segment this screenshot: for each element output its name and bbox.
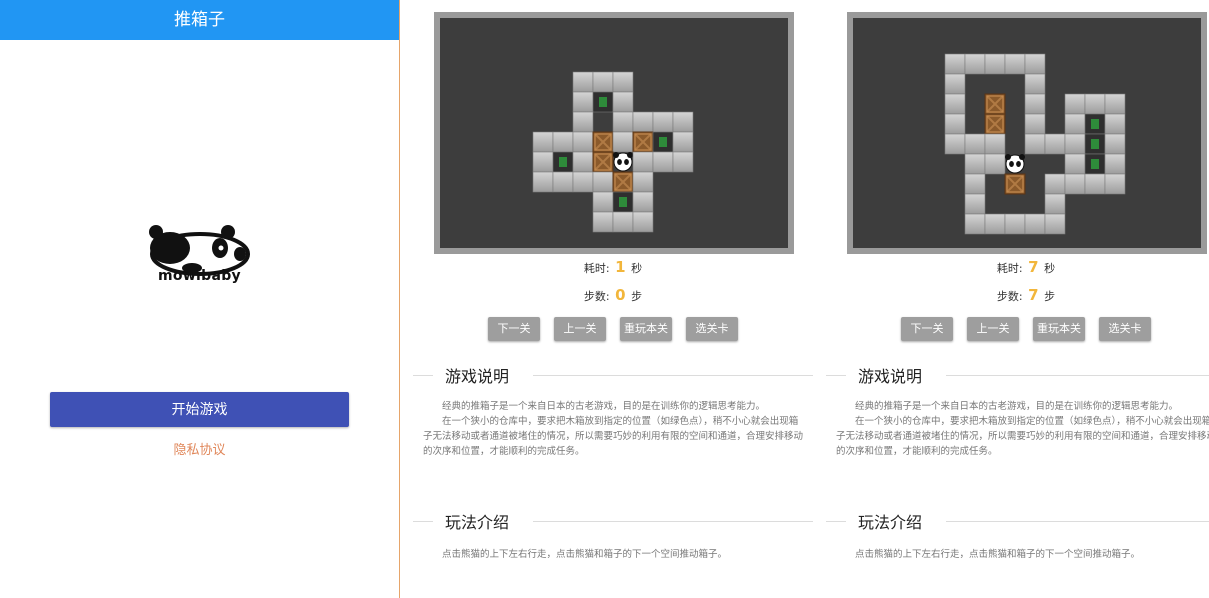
help-paragraph-1: 经典的推箱子是一个来自日本的古老游戏，目的是在训练你的逻辑思考能力。 [442, 401, 766, 412]
steps-readout: 步数: 7 步 [826, 286, 1209, 304]
privacy-link[interactable]: 隐私协议 [0, 439, 399, 458]
prev-level-button[interactable]: 上一关 [967, 317, 1019, 341]
steps-readout: 步数: 0 步 [413, 286, 813, 304]
steps-label: 步数: [996, 290, 1023, 303]
divider [946, 521, 1209, 522]
level-controls: 下一关 上一关 重玩本关 选关卡 [413, 317, 813, 341]
game-board[interactable] [847, 12, 1207, 254]
rules-heading: 玩法介绍 [413, 509, 813, 533]
rules-title: 玩法介绍 [445, 513, 510, 532]
help-section: 游戏说明 经典的推箱子是一个来自日本的古老游戏，目的是在训练你的逻辑思考能力。 … [826, 363, 1209, 459]
timer-label: 耗时: [996, 262, 1023, 275]
game-board[interactable] [434, 12, 794, 254]
help-paragraph-1: 经典的推箱子是一个来自日本的古老游戏，目的是在训练你的逻辑思考能力。 [855, 401, 1179, 412]
divider [413, 375, 433, 376]
next-level-button[interactable]: 下一关 [488, 317, 540, 341]
timer-readout: 耗时: 1 秒 [413, 258, 813, 276]
board-area [853, 18, 1201, 248]
level-2-tiles [944, 53, 1126, 235]
rules-title: 玩法介绍 [858, 513, 923, 532]
timer-value: 7 [1028, 258, 1039, 276]
select-level-button[interactable]: 选关卡 [686, 317, 738, 341]
level-controls: 下一关 上一关 重玩本关 选关卡 [826, 317, 1209, 341]
rules-section: 玩法介绍 点击熊猫的上下左右行走，点击熊猫和箱子的下一个空间推动箱子。 [826, 509, 1209, 562]
start-game-button[interactable]: 开始游戏 [50, 392, 349, 427]
rules-paragraph: 点击熊猫的上下左右行走，点击熊猫和箱子的下一个空间推动箱子。 [442, 549, 728, 560]
game-screen-level: 耗时: 7 秒 步数: 7 步 下一关 上一关 重玩本关 选关卡 游戏说明 经典… [826, 0, 1209, 598]
divider [533, 375, 813, 376]
timer-label: 耗时: [583, 262, 610, 275]
level-1-tiles [532, 71, 694, 233]
divider [413, 521, 433, 522]
rules-paragraph: 点击熊猫的上下左右行走，点击熊猫和箱子的下一个空间推动箱子。 [855, 549, 1141, 560]
help-paragraph-2: 在一个狭小的仓库中，要求把木箱放到指定的位置（如绿色点），稍不小心就会出现箱子无… [836, 416, 1209, 457]
help-title: 游戏说明 [858, 367, 923, 386]
replay-level-button[interactable]: 重玩本关 [620, 317, 672, 341]
timer-unit: 秒 [631, 262, 643, 275]
help-title: 游戏说明 [445, 367, 510, 386]
divider [826, 521, 846, 522]
level-map [944, 53, 1126, 235]
help-heading: 游戏说明 [826, 363, 1209, 387]
steps-value: 0 [615, 286, 626, 304]
divider [946, 375, 1209, 376]
timer-value: 1 [615, 258, 626, 276]
steps-value: 7 [1028, 286, 1039, 304]
home-screen: 推箱子 mowibaby 开始游戏 隐私协议 [0, 0, 400, 598]
replay-level-button[interactable]: 重玩本关 [1033, 317, 1085, 341]
help-section: 游戏说明 经典的推箱子是一个来自日本的古老游戏，目的是在训练你的逻辑思考能力。 … [413, 363, 813, 459]
app-title: 推箱子 [0, 0, 399, 40]
divider [826, 375, 846, 376]
game-screen-level: 耗时: 1 秒 步数: 0 步 下一关 上一关 重玩本关 选关卡 游戏说明 经典… [413, 0, 813, 598]
divider [533, 521, 813, 522]
help-paragraph-2: 在一个狭小的仓库中，要求把木箱放到指定的位置（如绿色点），稍不小心就会出现箱子无… [423, 416, 804, 457]
prev-level-button[interactable]: 上一关 [554, 317, 606, 341]
select-level-button[interactable]: 选关卡 [1099, 317, 1151, 341]
help-heading: 游戏说明 [413, 363, 813, 387]
rules-section: 玩法介绍 点击熊猫的上下左右行走，点击熊猫和箱子的下一个空间推动箱子。 [413, 509, 813, 562]
steps-unit: 步 [631, 290, 643, 303]
next-level-button[interactable]: 下一关 [901, 317, 953, 341]
logo-text: mowibaby [158, 268, 241, 284]
board-area [440, 18, 788, 248]
level-map [532, 71, 694, 233]
timer-readout: 耗时: 7 秒 [826, 258, 1209, 276]
rules-heading: 玩法介绍 [826, 509, 1209, 533]
steps-label: 步数: [583, 290, 610, 303]
steps-unit: 步 [1044, 290, 1056, 303]
timer-unit: 秒 [1044, 262, 1056, 275]
